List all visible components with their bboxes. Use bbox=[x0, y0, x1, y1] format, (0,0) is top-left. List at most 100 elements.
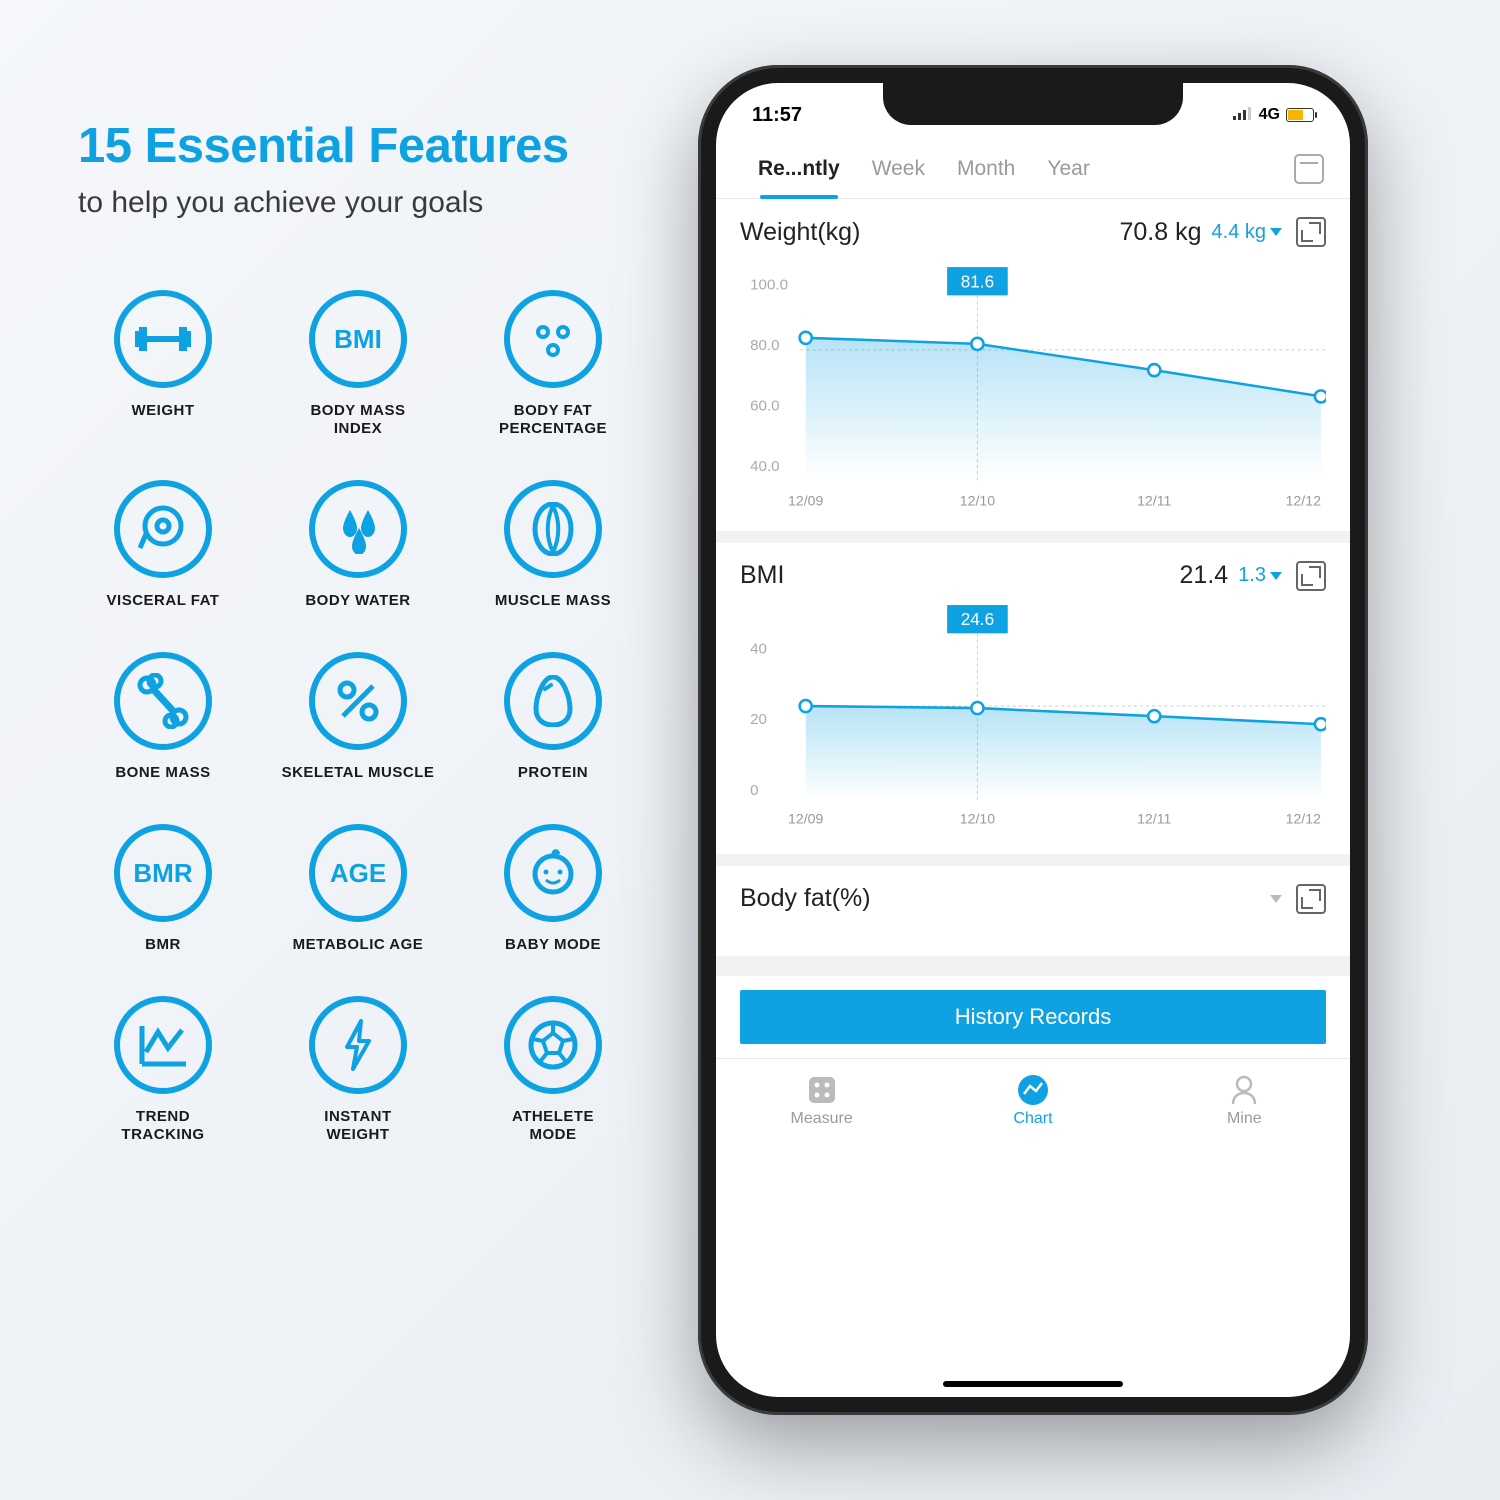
nav-chart[interactable]: Chart bbox=[927, 1059, 1138, 1144]
bmi-card: BMI 21.4 1.3 40 20 0 bbox=[716, 543, 1350, 866]
dice-icon bbox=[806, 1074, 838, 1106]
svg-text:12/12: 12/12 bbox=[1286, 493, 1321, 509]
feature-bmr: BMR BMR bbox=[78, 824, 248, 954]
tab-rently[interactable]: Re...ntly bbox=[742, 139, 856, 198]
svg-text:12/12: 12/12 bbox=[1286, 810, 1321, 826]
feature-trend: TRENDTRACKING bbox=[78, 996, 248, 1144]
age-icon: AGE bbox=[309, 824, 407, 922]
feature-label: TRENDTRACKING bbox=[121, 1108, 204, 1144]
svg-text:0: 0 bbox=[750, 782, 758, 799]
svg-text:24.6: 24.6 bbox=[961, 609, 994, 629]
range-tabs: Re...ntlyWeekMonthYear bbox=[716, 139, 1350, 199]
feature-label: WEIGHT bbox=[132, 402, 195, 420]
chart-icon bbox=[1017, 1074, 1049, 1106]
feature-label: MUSCLE MASS bbox=[495, 592, 611, 610]
tab-month[interactable]: Month bbox=[941, 139, 1031, 198]
tab-year[interactable]: Year bbox=[1031, 139, 1105, 198]
feature-label: SKELETAL MUSCLE bbox=[282, 764, 435, 782]
svg-text:81.6: 81.6 bbox=[961, 271, 994, 291]
nav-measure[interactable]: Measure bbox=[716, 1059, 927, 1144]
feature-label: BABY MODE bbox=[505, 936, 601, 954]
bmi-icon: BMI bbox=[309, 290, 407, 388]
feature-bone: BONE MASS bbox=[78, 652, 248, 782]
feature-tape: VISCERAL FAT bbox=[78, 480, 248, 610]
dots-icon bbox=[504, 290, 602, 388]
feature-dots: BODY FATPERCENTAGE bbox=[468, 290, 638, 438]
features-grid: WEIGHT BMI BODY MASSINDEX BODY FATPERCENTAG… bbox=[78, 290, 638, 1144]
bmi-delta: 1.3 bbox=[1238, 564, 1282, 587]
feature-percent: SKELETAL MUSCLE bbox=[273, 652, 443, 782]
expand-icon[interactable] bbox=[1296, 884, 1326, 914]
bmi-chart[interactable]: 40 20 0 24.6 12/09 12/10 12/11 bbox=[740, 603, 1326, 835]
signal-icon bbox=[1233, 106, 1253, 125]
tab-week[interactable]: Week bbox=[856, 139, 941, 198]
egg-icon bbox=[504, 652, 602, 750]
feature-age: AGE METABOLIC AGE bbox=[273, 824, 443, 954]
svg-text:40: 40 bbox=[750, 640, 767, 657]
svg-text:12/10: 12/10 bbox=[960, 810, 995, 826]
feature-bolt: INSTANTWEIGHT bbox=[273, 996, 443, 1144]
feature-label: BONE MASS bbox=[115, 764, 210, 782]
bottom-nav: Measure Chart Mine bbox=[716, 1058, 1350, 1144]
svg-text:20: 20 bbox=[750, 711, 767, 728]
weight-chart[interactable]: 100.0 80.0 60.0 40.0 81.6 12/09 bbox=[740, 259, 1326, 512]
svg-text:100.0: 100.0 bbox=[750, 276, 788, 293]
feature-label: BODY MASSINDEX bbox=[310, 402, 405, 438]
soccer-icon bbox=[504, 996, 602, 1094]
bmi-title: BMI bbox=[740, 561, 784, 590]
feature-label: BODY FATPERCENTAGE bbox=[499, 402, 607, 438]
svg-text:12/09: 12/09 bbox=[788, 493, 823, 509]
svg-text:12/11: 12/11 bbox=[1137, 493, 1171, 509]
muscle-icon bbox=[504, 480, 602, 578]
nav-mine[interactable]: Mine bbox=[1139, 1059, 1350, 1144]
weight-value: 70.8 kg bbox=[1120, 218, 1202, 247]
tape-icon bbox=[114, 480, 212, 578]
bmi-value: 21.4 bbox=[1180, 561, 1229, 590]
battery-icon bbox=[1286, 108, 1314, 122]
bolt-icon bbox=[309, 996, 407, 1094]
percent-icon bbox=[309, 652, 407, 750]
phone-screen: 11:57 4G Re...ntlyWeekMonthYear Weight(k… bbox=[716, 83, 1350, 1397]
history-records-button[interactable]: History Records bbox=[740, 990, 1326, 1044]
feature-label: METABOLIC AGE bbox=[293, 936, 424, 954]
feature-egg: PROTEIN bbox=[468, 652, 638, 782]
nav-label: Mine bbox=[1227, 1110, 1262, 1128]
weight-card: Weight(kg) 70.8 kg 4.4 kg 100.0 80.0 60.… bbox=[716, 199, 1350, 543]
svg-text:12/11: 12/11 bbox=[1137, 810, 1171, 826]
feature-barbell: WEIGHT bbox=[78, 290, 248, 438]
bodyfat-title: Body fat(%) bbox=[740, 884, 871, 913]
expand-icon[interactable] bbox=[1296, 561, 1326, 591]
chevron-down-icon[interactable] bbox=[1270, 895, 1282, 903]
feature-label: PROTEIN bbox=[518, 764, 588, 782]
trend-icon bbox=[114, 996, 212, 1094]
nav-label: Chart bbox=[1013, 1110, 1052, 1128]
feature-label: INSTANTWEIGHT bbox=[324, 1108, 391, 1144]
user-icon bbox=[1228, 1074, 1260, 1106]
svg-text:12/10: 12/10 bbox=[960, 493, 995, 509]
feature-label: VISCERAL FAT bbox=[107, 592, 220, 610]
weight-title: Weight(kg) bbox=[740, 218, 860, 247]
feature-label: BMR bbox=[145, 936, 181, 954]
feature-soccer: ATHELETEMODE bbox=[468, 996, 638, 1144]
expand-icon[interactable] bbox=[1296, 217, 1326, 247]
svg-text:40.0: 40.0 bbox=[750, 458, 779, 475]
barbell-icon bbox=[114, 290, 212, 388]
svg-text:60.0: 60.0 bbox=[750, 398, 779, 415]
phone-frame: 11:57 4G Re...ntlyWeekMonthYear Weight(k… bbox=[698, 65, 1368, 1415]
baby-icon bbox=[504, 824, 602, 922]
network-label: 4G bbox=[1259, 106, 1280, 124]
svg-text:12/09: 12/09 bbox=[788, 810, 823, 826]
drops-icon bbox=[309, 480, 407, 578]
calendar-icon[interactable] bbox=[1294, 154, 1324, 184]
feature-label: ATHELETEMODE bbox=[512, 1108, 594, 1144]
bone-icon bbox=[114, 652, 212, 750]
nav-label: Measure bbox=[791, 1110, 853, 1128]
feature-drops: BODY WATER bbox=[273, 480, 443, 610]
subheadline: to help you achieve your goals bbox=[78, 186, 638, 220]
feature-label: BODY WATER bbox=[305, 592, 410, 610]
bmr-icon: BMR bbox=[114, 824, 212, 922]
home-indicator[interactable] bbox=[943, 1381, 1123, 1387]
bodyfat-card: Body fat(%) bbox=[716, 866, 1350, 976]
feature-baby: BABY MODE bbox=[468, 824, 638, 954]
feature-bmi: BMI BODY MASSINDEX bbox=[273, 290, 443, 438]
